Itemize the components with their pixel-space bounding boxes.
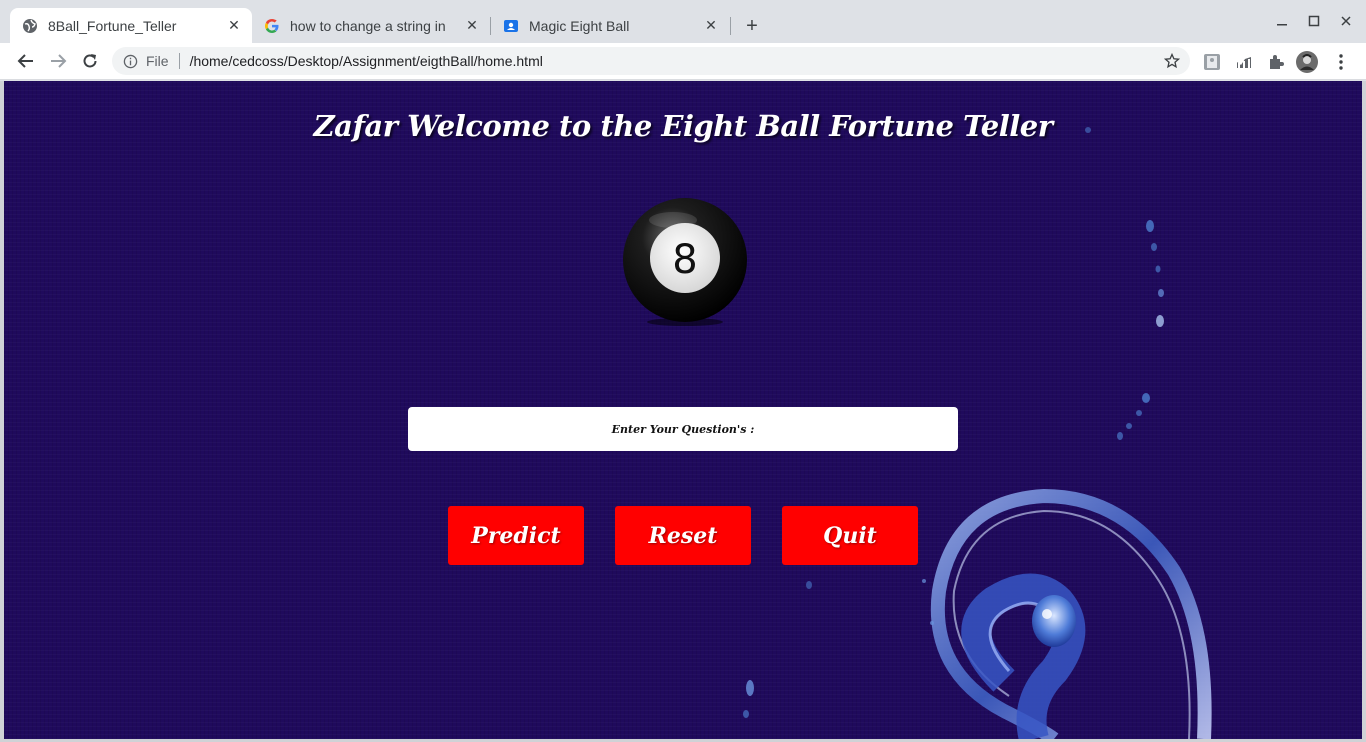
info-icon[interactable] bbox=[122, 53, 138, 69]
tab-strip: 8Ball_Fortune_Teller ✕ how to change a s… bbox=[0, 0, 1366, 43]
tab-google-search[interactable]: how to change a string in ✕ bbox=[252, 8, 490, 43]
minimize-icon[interactable] bbox=[1271, 10, 1293, 32]
close-tab-icon[interactable]: ✕ bbox=[226, 17, 242, 34]
new-tab-button[interactable]: + bbox=[741, 15, 763, 37]
close-tab-icon[interactable]: ✕ bbox=[703, 17, 719, 34]
google-icon bbox=[264, 18, 280, 34]
menu-kebab-icon[interactable] bbox=[1330, 51, 1352, 73]
tab-title: Magic Eight Ball bbox=[529, 17, 630, 34]
bookmark-star-icon[interactable] bbox=[1162, 51, 1182, 71]
avatar[interactable] bbox=[1296, 51, 1318, 73]
scheme-label: File bbox=[146, 53, 169, 69]
ball-number: 8 bbox=[672, 237, 697, 283]
tab-title: how to change a string in bbox=[290, 17, 446, 34]
address-bar[interactable]: File /home/cedcoss/Desktop/Assignment/ei… bbox=[112, 47, 1190, 75]
eight-ball-image[interactable]: 8 bbox=[621, 198, 749, 326]
omnibox-divider bbox=[178, 53, 180, 69]
tab-title: 8Ball_Fortune_Teller bbox=[48, 17, 177, 34]
question-field[interactable] bbox=[408, 407, 958, 451]
window-border-right bbox=[1362, 81, 1366, 742]
maximize-icon[interactable] bbox=[1303, 10, 1325, 32]
reload-icon[interactable] bbox=[78, 49, 102, 73]
quit-button[interactable]: Quit bbox=[782, 506, 918, 565]
forward-icon[interactable] bbox=[46, 49, 70, 73]
extension-analytics-icon[interactable] bbox=[1233, 51, 1255, 73]
predict-button[interactable]: Predict bbox=[448, 506, 584, 565]
reset-button[interactable]: Reset bbox=[615, 506, 751, 565]
close-window-icon[interactable] bbox=[1335, 10, 1357, 32]
url-text[interactable]: /home/cedcoss/Desktop/Assignment/eigthBa… bbox=[190, 53, 1162, 69]
tab-magic-eight-ball[interactable]: Magic Eight Ball ✕ bbox=[491, 8, 729, 43]
back-icon[interactable] bbox=[14, 49, 38, 73]
globe-icon bbox=[22, 18, 38, 34]
window-border-left bbox=[0, 81, 4, 742]
tab-separator bbox=[730, 17, 731, 35]
extensions-puzzle-icon[interactable] bbox=[1265, 51, 1287, 73]
close-tab-icon[interactable]: ✕ bbox=[464, 17, 480, 34]
question-input[interactable] bbox=[408, 407, 958, 451]
contact-icon bbox=[503, 18, 519, 34]
tab-8ball-fortune-teller[interactable]: 8Ball_Fortune_Teller ✕ bbox=[10, 8, 252, 43]
page-viewport: Zafar Welcome to the Eight Ball Fortune … bbox=[4, 81, 1362, 739]
extension-screenshot-icon[interactable] bbox=[1201, 51, 1223, 73]
page-title: Zafar Welcome to the Eight Ball Fortune … bbox=[313, 109, 1053, 143]
browser-toolbar: File /home/cedcoss/Desktop/Assignment/ei… bbox=[0, 43, 1366, 80]
